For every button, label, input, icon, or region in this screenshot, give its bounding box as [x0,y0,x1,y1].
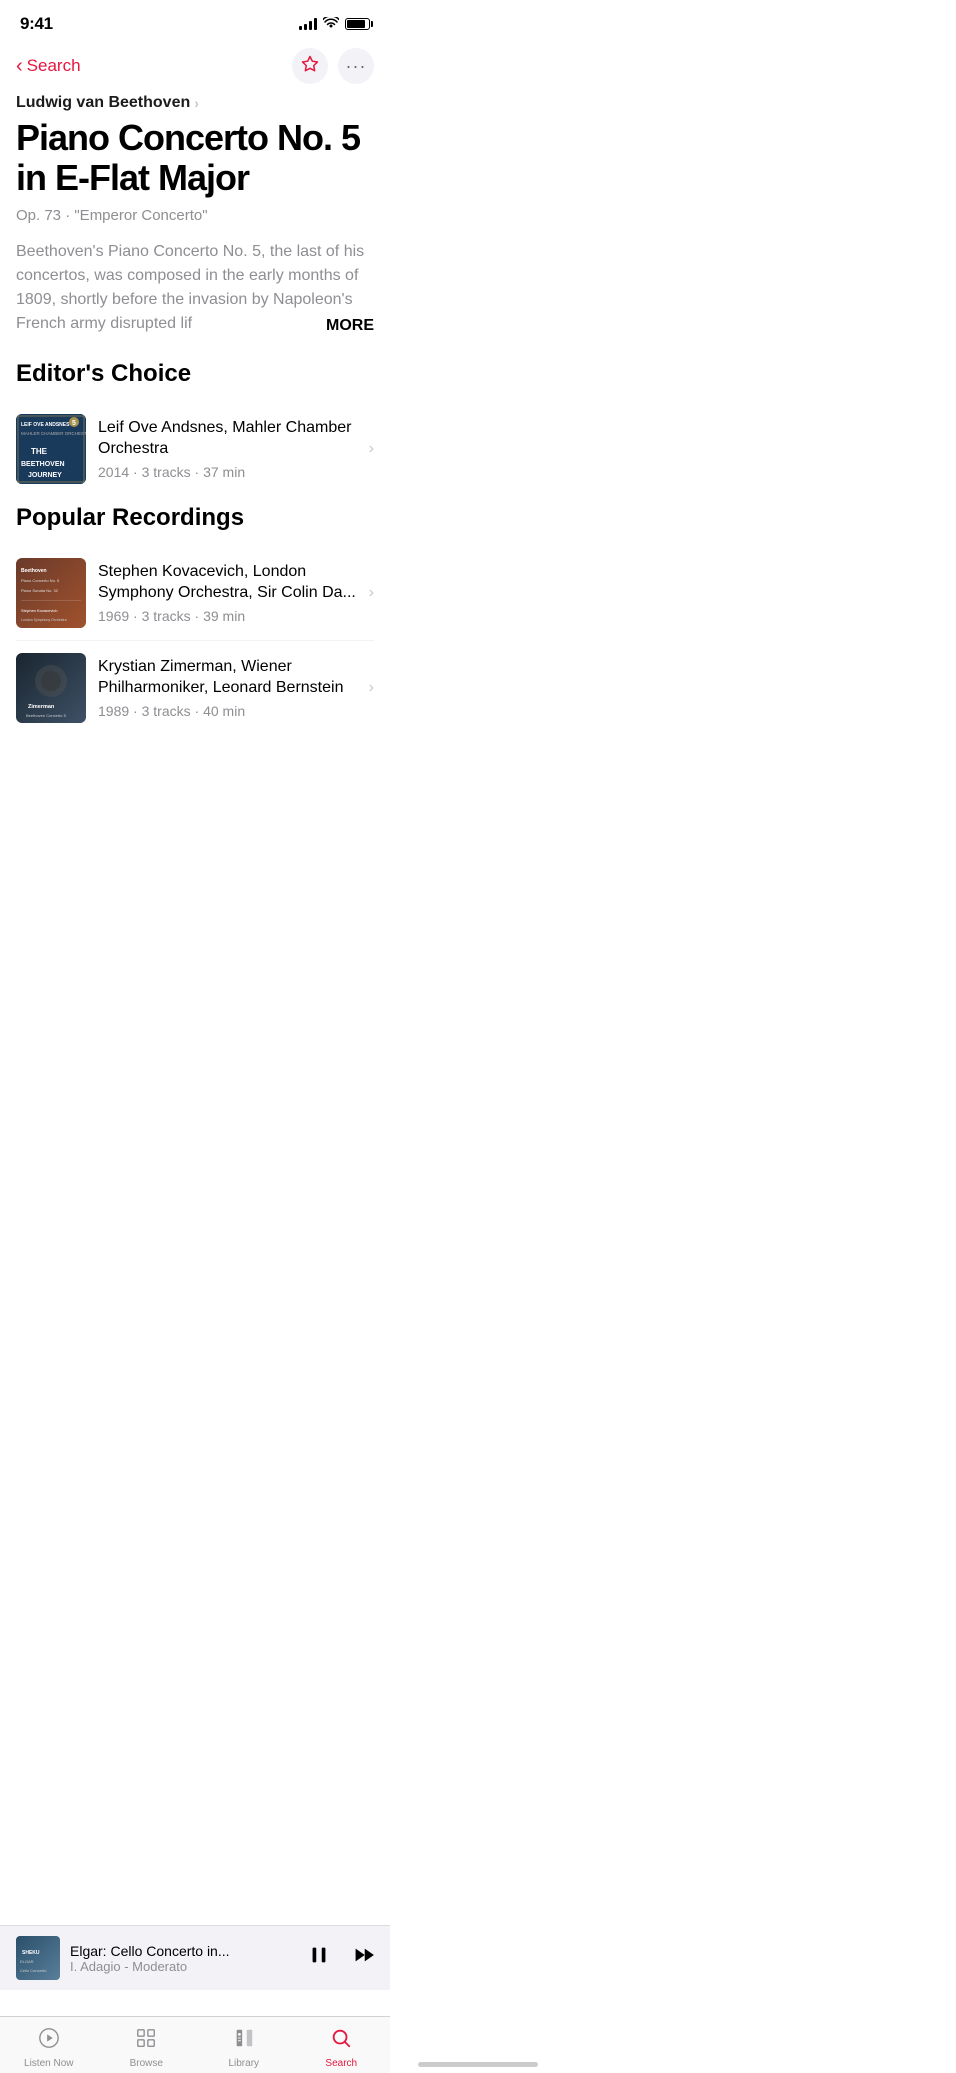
grid-icon [135,2027,157,2055]
favorite-button[interactable] [292,48,328,84]
chevron-right-icon: › [194,95,199,111]
skip-forward-icon [350,1944,374,1966]
chevron-left-icon: ‹ [16,56,23,76]
recording-1-artist: Stephen Kovacevich, London Symphony Orch… [98,562,357,604]
recording-2-meta: 1989 · 3 tracks · 40 min [98,703,357,719]
work-description: Beethoven's Piano Concerto No. 5, the la… [16,240,374,336]
chevron-right-icon: › [369,679,374,697]
chevron-right-icon: › [369,584,374,602]
work-title: Piano Concerto No. 5 in E-Flat Major [16,118,374,197]
mini-player-controls [308,1944,374,1972]
status-bar: 9:41 [0,0,390,40]
editors-choice-title: Editor's Choice [16,360,374,388]
mini-player-subtitle: I. Adagio - Moderato [70,1959,298,1974]
svg-text:Piano Sonata No. 32: Piano Sonata No. 32 [21,588,59,593]
mini-player[interactable]: SHEKU ELGAR Cello Concerto Elgar: Cello … [0,1925,390,1990]
mini-player-info: Elgar: Cello Concerto in... I. Adagio - … [70,1943,298,1974]
tab-bar: Listen Now Browse Library [0,2016,390,2073]
svg-text:SHEKU: SHEKU [22,1950,40,1956]
svg-text:Beethoven: Beethoven [21,568,47,574]
recording-1-meta: 1969 · 3 tracks · 39 min [98,608,357,624]
svg-text:5: 5 [72,420,76,427]
svg-text:JOURNEY: JOURNEY [28,472,62,479]
status-time: 9:41 [20,14,53,34]
play-icon [37,2027,61,2055]
home-indicator [418,2062,538,2067]
description-text: Beethoven's Piano Concerto No. 5, the la… [16,240,374,336]
main-content: Ludwig van Beethoven › Piano Concerto No… [0,94,390,336]
svg-text:London Symphony Orchestra: London Symphony Orchestra [21,618,67,622]
editors-choice-section: Editor's Choice LEIF OVE ANDSNES MAHLER … [0,360,390,496]
tab-library-label: Library [228,2058,259,2069]
chevron-right-icon: › [369,440,374,458]
recording-1-album-art: Beethoven Piano Concerto No. 5 Piano Son… [16,558,86,628]
star-icon [301,55,319,78]
svg-text:Piano Concerto No. 5: Piano Concerto No. 5 [21,578,60,583]
more-button[interactable]: MORE [326,314,374,338]
recording-1-info: Stephen Kovacevich, London Symphony Orch… [98,562,357,624]
svg-text:THE: THE [31,447,48,456]
battery-icon [345,18,370,30]
ellipsis-icon: ··· [346,56,367,77]
editors-choice-artist: Leif Ove Andsnes, Mahler Chamber Orchest… [98,418,357,460]
svg-text:LEIF OVE ANDSNES: LEIF OVE ANDSNES [21,422,70,428]
tab-search[interactable]: Search [293,2027,391,2069]
work-subtitle: Op. 73 · "Emperor Concerto" [16,207,374,224]
svg-text:MAHLER CHAMBER ORCHESTRA: MAHLER CHAMBER ORCHESTRA [21,431,86,436]
back-button[interactable]: ‹ Search [16,56,81,76]
mini-player-title: Elgar: Cello Concerto in... [70,1943,298,1959]
svg-text:BEETHOVEN: BEETHOVEN [21,461,65,468]
wifi-icon [323,17,339,32]
recording-item-1[interactable]: Beethoven Piano Concerto No. 5 Piano Son… [16,546,374,641]
mini-player-art: SHEKU ELGAR Cello Concerto [16,1936,60,1980]
tab-library[interactable]: Library [195,2027,293,2069]
more-button[interactable]: ··· [338,48,374,84]
composer-link[interactable]: Ludwig van Beethoven › [16,94,374,112]
svg-text:Beethoven Concerto 5: Beethoven Concerto 5 [26,713,67,718]
pause-icon [308,1944,330,1966]
tab-browse-label: Browse [130,2058,163,2069]
tab-listen-now[interactable]: Listen Now [0,2027,98,2069]
popular-recordings-section: Popular Recordings Beethoven Piano Conce… [0,504,390,735]
signal-icon [299,18,317,30]
back-label: Search [27,56,81,76]
svg-text:ELGAR: ELGAR [20,1959,34,1964]
recording-2-artist: Krystian Zimerman, Wiener Philharmoniker… [98,657,357,699]
tab-search-label: Search [325,2058,357,2069]
recording-2-info: Krystian Zimerman, Wiener Philharmoniker… [98,657,357,719]
pause-button[interactable] [308,1944,330,1972]
editors-choice-item[interactable]: LEIF OVE ANDSNES MAHLER CHAMBER ORCHESTR… [16,402,374,496]
recording-item-2[interactable]: Zimerman Beethoven Concerto 5 Krystian Z… [16,641,374,735]
work-description-container: Beethoven's Piano Concerto No. 5, the la… [16,240,374,336]
recording-2-album-art: Zimerman Beethoven Concerto 5 [16,653,86,723]
navigation-bar: ‹ Search ··· [0,40,390,94]
svg-text:Stephen Kovacevich: Stephen Kovacevich [21,608,57,613]
library-icon [233,2027,255,2055]
search-icon [330,2027,352,2055]
svg-text:Zimerman: Zimerman [28,704,55,710]
tab-browse[interactable]: Browse [98,2027,196,2069]
popular-recordings-title: Popular Recordings [16,504,374,532]
tab-listen-now-label: Listen Now [24,2058,73,2069]
editors-choice-meta: 2014 · 3 tracks · 37 min [98,464,357,480]
editors-choice-info: Leif Ove Andsnes, Mahler Chamber Orchest… [98,418,357,480]
composer-name: Ludwig van Beethoven [16,94,190,112]
status-icons [299,17,370,32]
skip-forward-button[interactable] [350,1944,374,1972]
editors-choice-album-art: LEIF OVE ANDSNES MAHLER CHAMBER ORCHESTR… [16,414,86,484]
nav-actions: ··· [292,48,374,84]
svg-text:Cello Concerto: Cello Concerto [20,1968,47,1973]
